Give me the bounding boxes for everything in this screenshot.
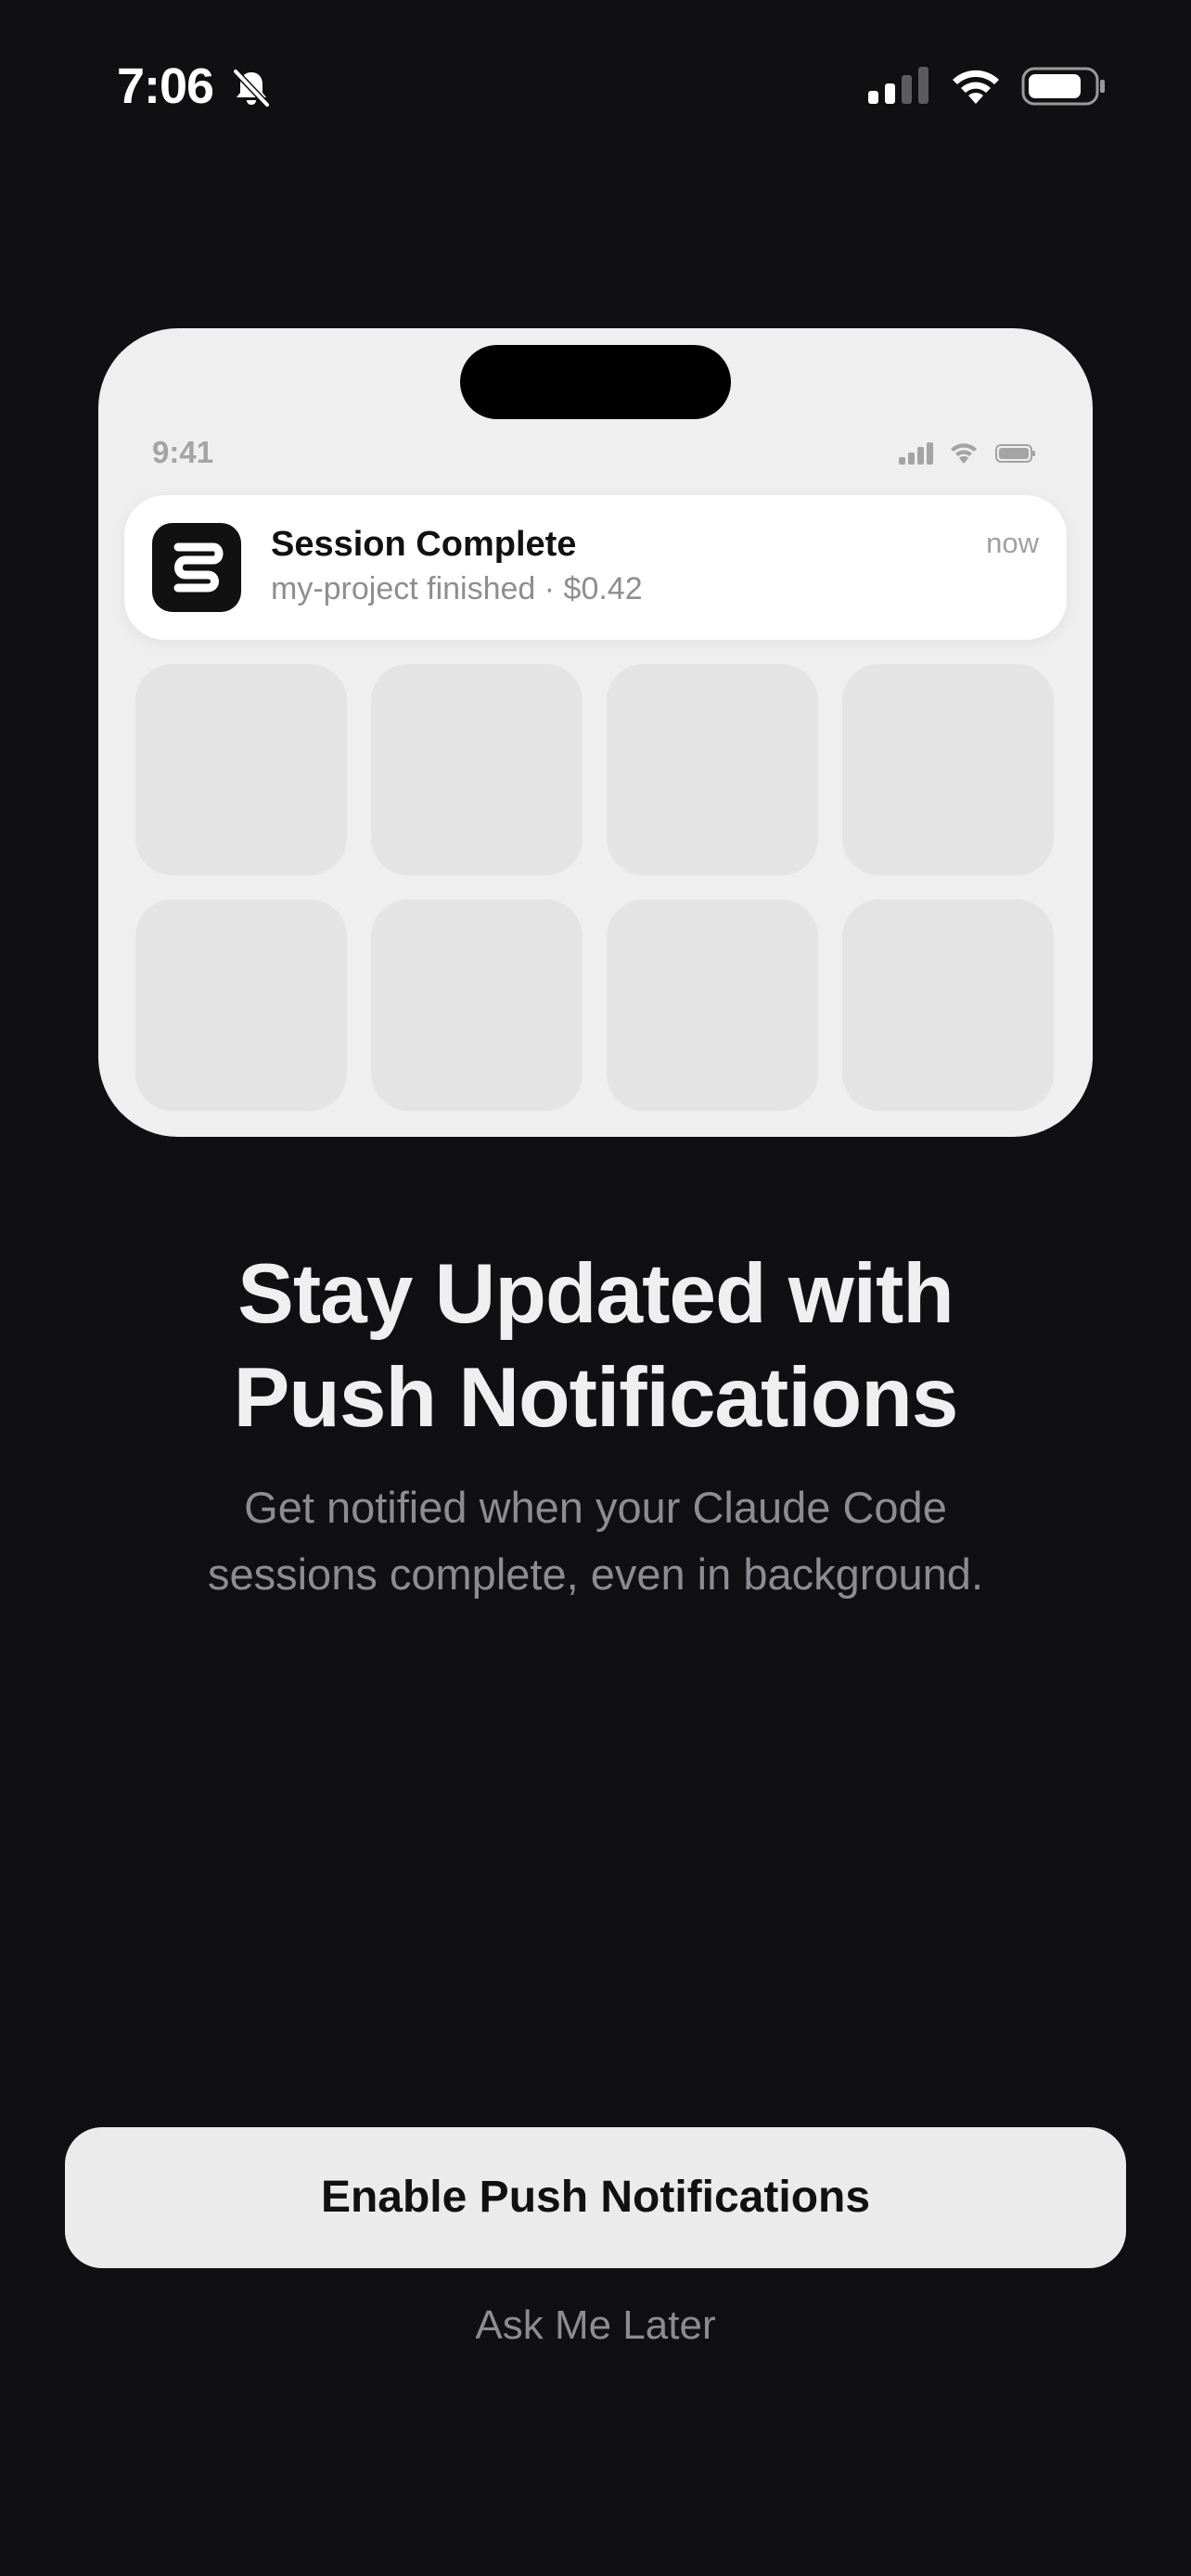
- battery-icon: [1021, 67, 1105, 106]
- enable-push-notifications-button[interactable]: Enable Push Notifications: [65, 2127, 1126, 2268]
- ask-me-later-button[interactable]: Ask Me Later: [0, 2298, 1191, 2353]
- status-bar-time: 7:06: [117, 58, 214, 114]
- notification-body: my-project finished · $0.42: [271, 571, 643, 606]
- cellular-signal-icon: [868, 67, 928, 104]
- app-placeholder: [607, 664, 818, 875]
- page-title-line-2: Push Notifications: [233, 1351, 959, 1445]
- preview-status-time: 9:41: [152, 435, 214, 469]
- app-placeholder: [842, 664, 1054, 875]
- page-title-line-1: Stay Updated with: [237, 1247, 954, 1341]
- app-placeholder: [135, 664, 347, 875]
- app-placeholder: [371, 899, 583, 1111]
- app-placeholder: [607, 899, 818, 1111]
- notification-title: Session Complete: [271, 525, 577, 564]
- notification-permission-screen: 7:06 9:41 Session Complete my-project fi…: [0, 0, 1191, 2576]
- page-title: Stay Updated with Push Notifications: [0, 1243, 1191, 1450]
- dynamic-island: [460, 345, 731, 419]
- notification-banner: Session Complete my-project finished · $…: [124, 495, 1067, 640]
- notification-time: now: [986, 527, 1039, 559]
- preview-signal-icon: [899, 442, 933, 465]
- app-placeholder: [135, 899, 347, 1111]
- app-placeholder: [371, 664, 583, 875]
- page-subtitle: Get notified when your Claude Code sessi…: [139, 1474, 1052, 1608]
- preview-wifi-icon: [951, 443, 977, 464]
- bell-slash-icon: [232, 68, 271, 108]
- page-subtitle-line-1: Get notified when your Claude Code: [244, 1483, 947, 1532]
- app-placeholder: [842, 899, 1054, 1111]
- preview-battery-icon: [995, 444, 1035, 463]
- page-subtitle-line-2: sessions complete, even in background.: [207, 1549, 984, 1599]
- app-icon-grid: [135, 664, 1056, 1111]
- wifi-icon: [953, 70, 999, 104]
- claude-code-app-icon: [152, 523, 241, 612]
- phone-preview-illustration: 9:41 Session Complete my-project finishe…: [98, 328, 1093, 1137]
